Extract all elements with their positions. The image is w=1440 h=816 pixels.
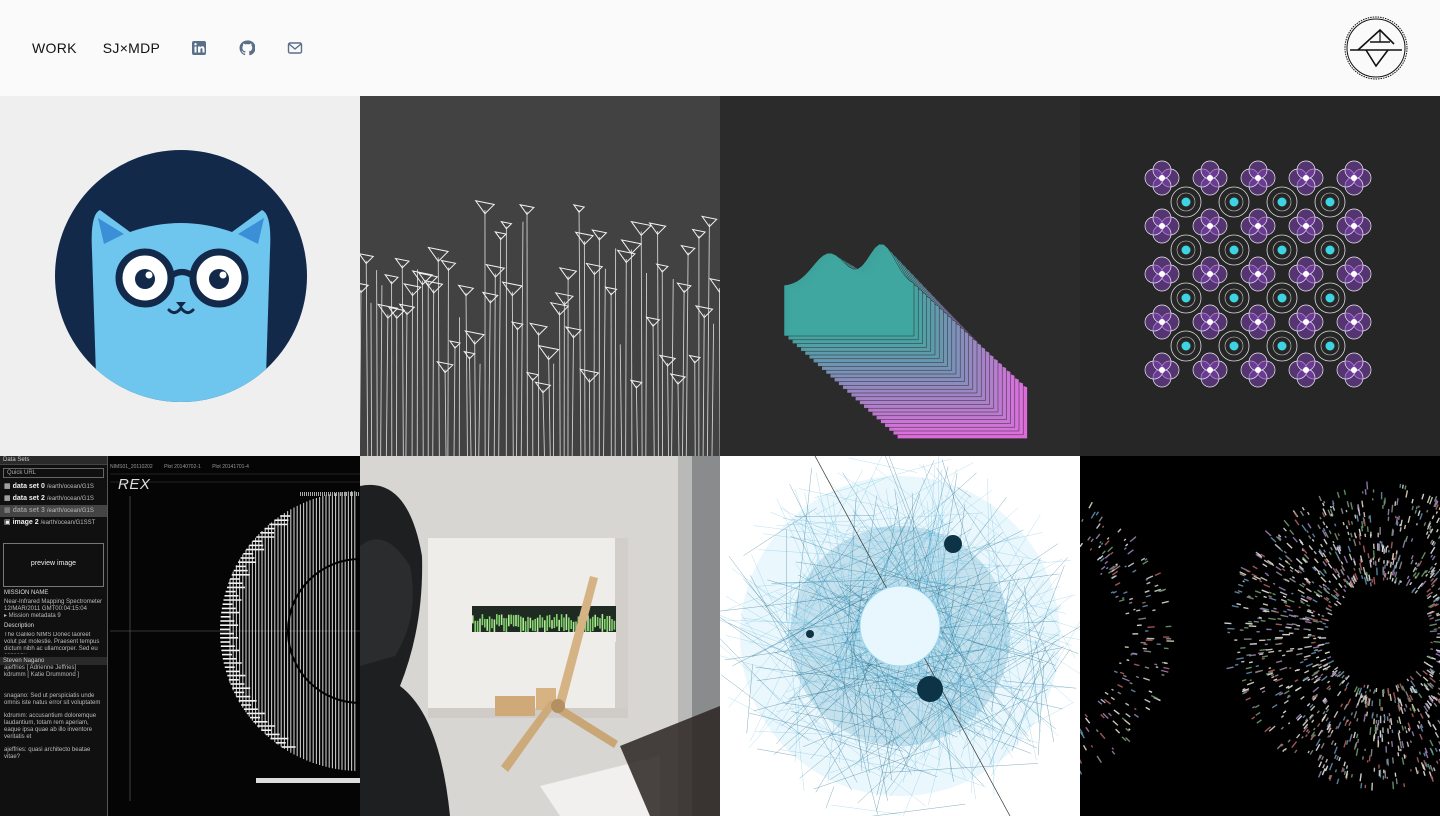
strings-artwork [360,96,720,456]
nav-collab-link[interactable]: SJ×MDP [103,40,160,56]
dataset-item: ▦ data set 3 /earth/ocean/G1S [0,505,107,517]
rex-tabs: NIMS01_20110202 Plot 20140702-1 Plot 201… [110,464,259,470]
pattern-artwork [1144,160,1372,388]
github-icon[interactable] [238,39,256,57]
mission-name-label: MISSION NAME [4,590,49,596]
chat-title: Steven Nagano [0,657,107,665]
nav-work-link[interactable]: WORK [32,40,77,56]
project-tile-cat[interactable] [0,96,360,456]
project-tile-pattern[interactable] [1080,96,1440,456]
social-links [190,39,334,57]
linkedin-icon[interactable] [190,39,208,57]
quick-url-input: Quick URL [3,468,104,478]
network-artwork [720,456,1080,816]
main-nav: WORK SJ×MDP [32,0,334,96]
radial-artwork [1080,481,1440,791]
project-tile-turbine[interactable] [360,456,720,816]
project-tile-rex[interactable]: NIMS01_20110202 Plot 20140702-1 Plot 201… [0,456,360,816]
preview-box: preview image [3,543,104,587]
dataset-item: ▦ data set 2 /earth/ocean/G1S [4,495,94,502]
mail-icon[interactable] [286,39,304,57]
description-label: Description [4,623,35,629]
rex-sidebar: Data Sets Quick URL ▦ data set 0 /earth/… [0,456,108,816]
dataset-item: ▣ image 2 /earth/ocean/G1SST [4,519,96,526]
project-tile-radial[interactable] [1080,456,1440,816]
dataset-item: ▦ data set 0 /earth/ocean/G1S [4,483,94,490]
preview-label: preview image [23,560,84,567]
mission-date: 12/MAR/2011 GMT00:04:15:04 [4,606,87,612]
site-header: WORK SJ×MDP [0,0,1440,96]
rex-tab: NIMS01_20110202 [110,464,153,470]
cat-illustration [55,150,307,402]
wave-artwork [783,243,1028,439]
mission-meta: ▸ Mission metadata 9 [4,613,61,619]
rex-panel-title: Data Sets [0,456,107,465]
rex-tab: Plot 20141701-4 [212,464,249,470]
project-tile-strings[interactable] [360,96,720,456]
chat-message: kdrumm: accusantium doloremque laudantiu… [4,713,97,740]
site-logo[interactable] [1344,16,1408,80]
description-text: The Galileo NIMS Donec laoreet volut pat… [4,632,100,654]
chat-message: snagano: Sed ut perspiciatis unde omnis … [4,693,101,706]
rex-tab: Plot 20140702-1 [164,464,201,470]
project-tile-network[interactable] [720,456,1080,816]
rex-title: REX [118,476,151,493]
chat-user: ajeffries [ Adrienne Jeffries] [4,665,77,671]
chat-message: ajeffries: quasi architecto beatae vitae… [4,747,91,760]
mission-name: Near-Infrared Mapping Spectrometer [4,599,103,605]
project-tile-wave[interactable] [720,96,1080,456]
work-grid: NIMS01_20110202 Plot 20140702-1 Plot 201… [0,96,1440,816]
turbine-photo [360,456,720,816]
chat-user: kdrumm [ Katie Drummond ] [4,672,80,678]
